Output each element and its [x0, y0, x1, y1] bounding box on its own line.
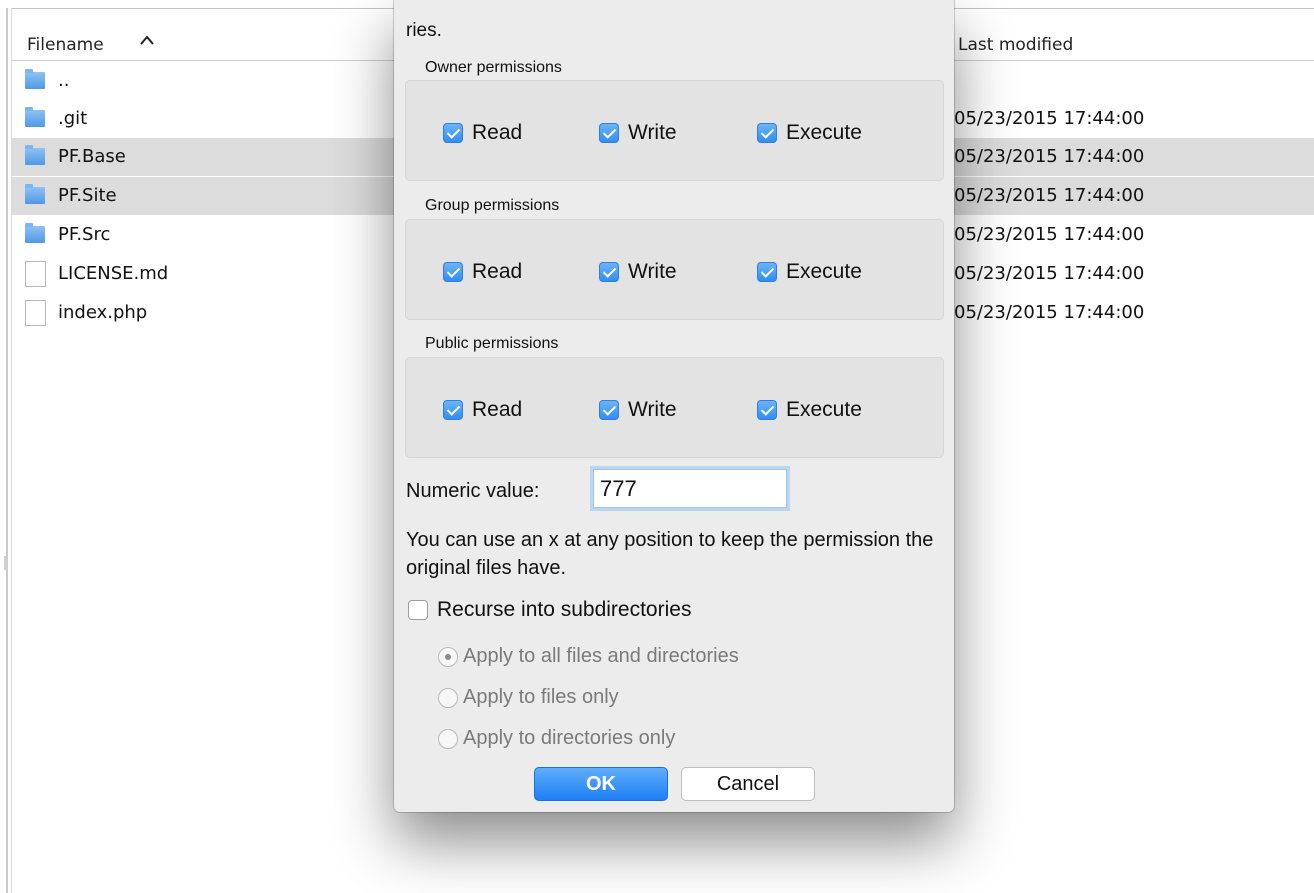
- group-permissions-box: Read Write Execute: [405, 219, 944, 320]
- checkbox-label: Write: [628, 260, 677, 283]
- column-header-filename[interactable]: Filename: [27, 35, 104, 55]
- folder-icon: [25, 145, 45, 165]
- checkbox-label: Execute: [786, 260, 862, 283]
- file-modified: 05/23/2015 17:44:00: [954, 302, 1145, 323]
- checkbox-label: Execute: [786, 398, 862, 421]
- column-header-filename-label: Filename: [27, 35, 104, 55]
- radio-unselected-icon: [438, 687, 458, 708]
- radio-label: Apply to directories only: [463, 727, 676, 749]
- radio-label: Apply to all files and directories: [463, 645, 739, 667]
- public-permissions-title: Public permissions: [425, 335, 559, 352]
- checkbox-checked-icon: [757, 400, 777, 420]
- checkbox-checked-icon: [443, 123, 463, 143]
- file-name: LICENSE.md: [58, 263, 169, 284]
- checkbox-checked-icon: [443, 262, 463, 282]
- dialog-description: ries.: [406, 20, 442, 41]
- checkbox-label: Read: [472, 260, 523, 283]
- owner-permissions-title: Owner permissions: [425, 59, 562, 76]
- column-header-last-modified[interactable]: Last modified: [958, 35, 1073, 55]
- apply-all-radio[interactable]: Apply to all files and directories: [438, 645, 739, 668]
- change-permissions-dialog: ries. Owner permissions Read Write Execu…: [394, 0, 954, 812]
- file-name: PF.Base: [58, 146, 126, 167]
- checkbox-unchecked-icon: [408, 600, 428, 620]
- group-permissions-title: Group permissions: [425, 197, 560, 214]
- radio-unselected-icon: [438, 728, 458, 749]
- apply-directories-only-radio[interactable]: Apply to directories only: [438, 727, 675, 750]
- checkbox-checked-icon: [757, 262, 777, 282]
- file-modified: 05/23/2015 17:44:00: [954, 224, 1145, 245]
- checkbox-checked-icon: [599, 123, 619, 143]
- public-permissions-box: Read Write Execute: [405, 357, 944, 458]
- file-name: ..: [58, 70, 70, 91]
- checkbox-label: Execute: [786, 121, 862, 144]
- sort-ascending-icon[interactable]: [139, 31, 155, 51]
- file-name: .git: [58, 108, 88, 129]
- checkbox-label: Read: [472, 121, 523, 144]
- group-read-checkbox[interactable]: Read: [443, 260, 522, 284]
- pane-border: [6, 8, 8, 893]
- checkbox-checked-icon: [757, 123, 777, 143]
- apply-files-only-radio[interactable]: Apply to files only: [438, 686, 619, 709]
- ok-button[interactable]: OK: [534, 767, 668, 801]
- cancel-button[interactable]: Cancel: [681, 767, 815, 801]
- file-modified: 05/23/2015 17:44:00: [954, 263, 1145, 284]
- file-name: PF.Src: [58, 224, 111, 245]
- file-icon: [25, 300, 46, 326]
- radio-selected-icon: [438, 646, 458, 667]
- file-name: index.php: [58, 302, 148, 323]
- recurse-label: Recurse into subdirectories: [437, 598, 692, 621]
- owner-execute-checkbox[interactable]: Execute: [757, 121, 862, 145]
- checkbox-checked-icon: [599, 400, 619, 420]
- owner-read-checkbox[interactable]: Read: [443, 121, 522, 145]
- numeric-value-label: Numeric value:: [406, 480, 540, 502]
- file-modified: 05/23/2015 17:44:00: [954, 108, 1145, 129]
- public-execute-checkbox[interactable]: Execute: [757, 398, 862, 422]
- checkbox-label: Write: [628, 121, 677, 144]
- checkbox-label: Read: [472, 398, 523, 421]
- file-modified: 05/23/2015 17:44:00: [954, 146, 1145, 167]
- checkbox-checked-icon: [599, 262, 619, 282]
- folder-icon: [25, 223, 45, 243]
- owner-write-checkbox[interactable]: Write: [599, 121, 677, 145]
- checkbox-checked-icon: [443, 400, 463, 420]
- folder-icon: [25, 107, 45, 127]
- numeric-value-input[interactable]: [593, 469, 787, 508]
- group-write-checkbox[interactable]: Write: [599, 260, 677, 284]
- permission-hint-text: You can use an x at any position to keep…: [406, 529, 934, 579]
- splitter-handle[interactable]: [4, 556, 8, 570]
- checkbox-label: Write: [628, 398, 677, 421]
- public-write-checkbox[interactable]: Write: [599, 398, 677, 422]
- file-name: PF.Site: [58, 185, 117, 206]
- folder-icon: [25, 69, 45, 89]
- file-modified: 05/23/2015 17:44:00: [954, 185, 1145, 206]
- radio-label: Apply to files only: [463, 686, 619, 708]
- folder-icon: [25, 184, 45, 204]
- group-execute-checkbox[interactable]: Execute: [757, 260, 862, 284]
- public-read-checkbox[interactable]: Read: [443, 398, 522, 422]
- file-icon: [25, 261, 46, 287]
- owner-permissions-box: Read Write Execute: [405, 80, 944, 181]
- recurse-subdirectories-checkbox[interactable]: Recurse into subdirectories: [408, 598, 691, 622]
